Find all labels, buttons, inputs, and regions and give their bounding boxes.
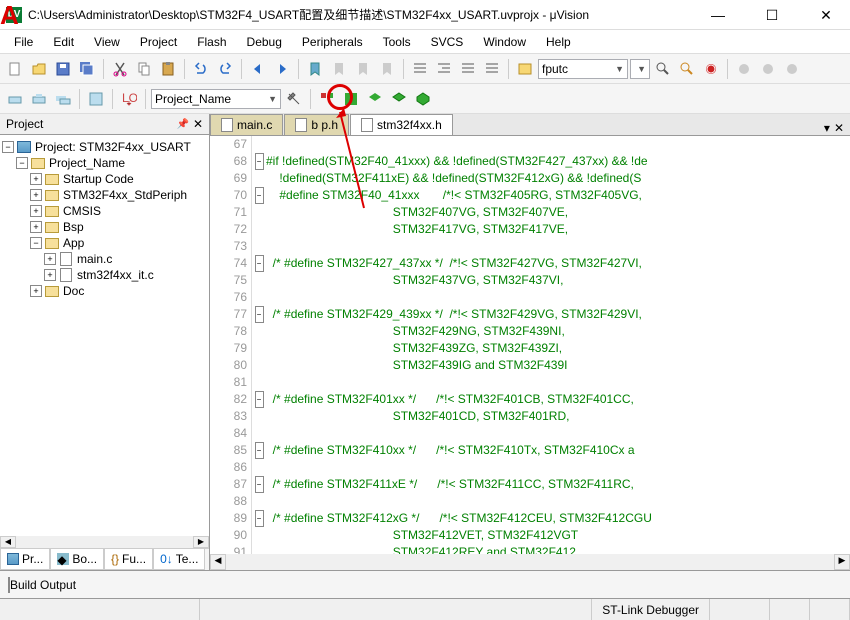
- tree-group-doc[interactable]: +Doc: [2, 283, 207, 299]
- panel-tab-project[interactable]: Pr...: [0, 549, 50, 570]
- books-icon[interactable]: [364, 88, 386, 110]
- bookmark-icon[interactable]: [304, 58, 326, 80]
- bookmark-prev-icon[interactable]: [328, 58, 350, 80]
- rebuild-icon[interactable]: [52, 88, 74, 110]
- tab-dropdown-icon[interactable]: ▾: [824, 121, 830, 135]
- annotation-arrow: [336, 108, 376, 218]
- tab-close-icon[interactable]: ✕: [834, 121, 844, 135]
- menu-svcs[interactable]: SVCS: [421, 32, 474, 52]
- titlebar: μV C:\Users\Administrator\Desktop\STM32F…: [0, 0, 850, 30]
- menu-project[interactable]: Project: [130, 32, 187, 52]
- bookmark-clear-icon[interactable]: [376, 58, 398, 80]
- menu-edit[interactable]: Edit: [43, 32, 84, 52]
- target-combo[interactable]: Project_Name▼: [151, 89, 281, 109]
- new-icon[interactable]: [4, 58, 26, 80]
- paste-icon[interactable]: [157, 58, 179, 80]
- nav-fwd-icon[interactable]: [271, 58, 293, 80]
- menu-peripherals[interactable]: Peripherals: [292, 32, 373, 52]
- debug-icon[interactable]: [700, 58, 722, 80]
- panel-tab-templates[interactable]: 0↓Te...: [153, 549, 205, 570]
- tree-file-it[interactable]: +stm32f4xx_it.c: [2, 267, 207, 283]
- incremental-find-icon[interactable]: [676, 58, 698, 80]
- outdent-icon[interactable]: [433, 58, 455, 80]
- breakpoint-icon[interactable]: [733, 58, 755, 80]
- tree-group-cmsis[interactable]: +CMSIS: [2, 203, 207, 219]
- tree-group-bsp[interactable]: +Bsp: [2, 219, 207, 235]
- tree-hscroll[interactable]: ◀▶: [0, 536, 209, 548]
- panel-tabs: Pr... ◆Bo... {}Fu... 0↓Te...: [0, 548, 209, 570]
- project-tree[interactable]: −Project: STM32F4xx_USART −Project_Name …: [0, 135, 209, 536]
- line-gutter: 6768697071727374757677787980818283848586…: [210, 136, 252, 554]
- menu-tools[interactable]: Tools: [373, 32, 421, 52]
- menu-view[interactable]: View: [84, 32, 130, 52]
- menu-debug[interactable]: Debug: [237, 32, 292, 52]
- fold-column[interactable]: −−−−−−−−: [252, 136, 266, 554]
- panel-tab-books[interactable]: ◆Bo...: [50, 549, 104, 570]
- options-icon[interactable]: [283, 88, 305, 110]
- toolbar-file: fputc▼ ▼: [0, 54, 850, 84]
- translate-icon[interactable]: [4, 88, 26, 110]
- undo-icon[interactable]: [190, 58, 212, 80]
- find-in-files-icon[interactable]: [652, 58, 674, 80]
- pin-icon[interactable]: 📌: [176, 119, 188, 130]
- build-output-label: Build Output: [10, 578, 76, 592]
- copy-icon[interactable]: [133, 58, 155, 80]
- find-icon[interactable]: [514, 58, 536, 80]
- download-icon[interactable]: LOAD: [118, 88, 140, 110]
- pack-icon[interactable]: [388, 88, 410, 110]
- code-area[interactable]: 6768697071727374757677787980818283848586…: [210, 136, 850, 554]
- menu-help[interactable]: Help: [536, 32, 581, 52]
- rte-icon[interactable]: [412, 88, 434, 110]
- save-all-icon[interactable]: [76, 58, 98, 80]
- annotation-circle: [327, 84, 353, 110]
- menu-flash[interactable]: Flash: [187, 32, 236, 52]
- project-panel-header: Project 📌 ✕: [0, 114, 209, 135]
- kill-breakpoints-icon[interactable]: [757, 58, 779, 80]
- menu-file[interactable]: File: [4, 32, 43, 52]
- enable-breakpoints-icon[interactable]: [781, 58, 803, 80]
- uncomment-icon[interactable]: [481, 58, 503, 80]
- tree-target[interactable]: −Project_Name: [2, 155, 207, 171]
- bookmark-next-icon[interactable]: [352, 58, 374, 80]
- annotation-letter: A: [0, 0, 19, 31]
- cut-icon[interactable]: [109, 58, 131, 80]
- tree-group-startup[interactable]: +Startup Code: [2, 171, 207, 187]
- batch-build-icon[interactable]: [85, 88, 107, 110]
- window-title: C:\Users\Administrator\Desktop\STM32F4_U…: [28, 6, 700, 23]
- panel-title: Project: [6, 117, 43, 131]
- menu-window[interactable]: Window: [473, 32, 536, 52]
- open-icon[interactable]: [28, 58, 50, 80]
- menubar: File Edit View Project Flash Debug Perip…: [0, 30, 850, 54]
- editor-hscroll[interactable]: ◀▶: [210, 554, 850, 570]
- panel-tab-functions[interactable]: {}Fu...: [104, 549, 153, 570]
- main-area: Project 📌 ✕ −Project: STM32F4xx_USART −P…: [0, 114, 850, 570]
- project-panel: Project 📌 ✕ −Project: STM32F4xx_USART −P…: [0, 114, 210, 570]
- statusbar: ST-Link Debugger: [0, 598, 850, 620]
- minimize-button[interactable]: —: [700, 5, 736, 25]
- nav-back-icon[interactable]: [247, 58, 269, 80]
- save-icon[interactable]: [52, 58, 74, 80]
- tree-group-stdperiph[interactable]: +STM32F4xx_StdPeriph: [2, 187, 207, 203]
- build-icon[interactable]: [28, 88, 50, 110]
- editor-tab-main[interactable]: main.c: [210, 114, 283, 135]
- toolbar-build: LOAD Project_Name▼: [0, 84, 850, 114]
- find-combo[interactable]: fputc▼: [538, 59, 628, 79]
- indent-icon[interactable]: [409, 58, 431, 80]
- status-debugger: ST-Link Debugger: [592, 599, 710, 620]
- tree-group-app[interactable]: −App: [2, 235, 207, 251]
- tree-file-main[interactable]: +main.c: [2, 251, 207, 267]
- maximize-button[interactable]: ☐: [754, 5, 790, 25]
- find-combo-2[interactable]: ▼: [630, 59, 650, 79]
- redo-icon[interactable]: [214, 58, 236, 80]
- editor-area: main.c b p.h stm32f4xx.h ▾ ✕ 67686970717…: [210, 114, 850, 570]
- comment-icon[interactable]: [457, 58, 479, 80]
- panel-close-icon[interactable]: ✕: [193, 117, 203, 131]
- editor-tabs: main.c b p.h stm32f4xx.h ▾ ✕: [210, 114, 850, 136]
- close-button[interactable]: ✕: [808, 5, 844, 25]
- tree-root[interactable]: −Project: STM32F4xx_USART: [2, 139, 207, 155]
- build-output-panel[interactable]: Build Output: [0, 570, 850, 598]
